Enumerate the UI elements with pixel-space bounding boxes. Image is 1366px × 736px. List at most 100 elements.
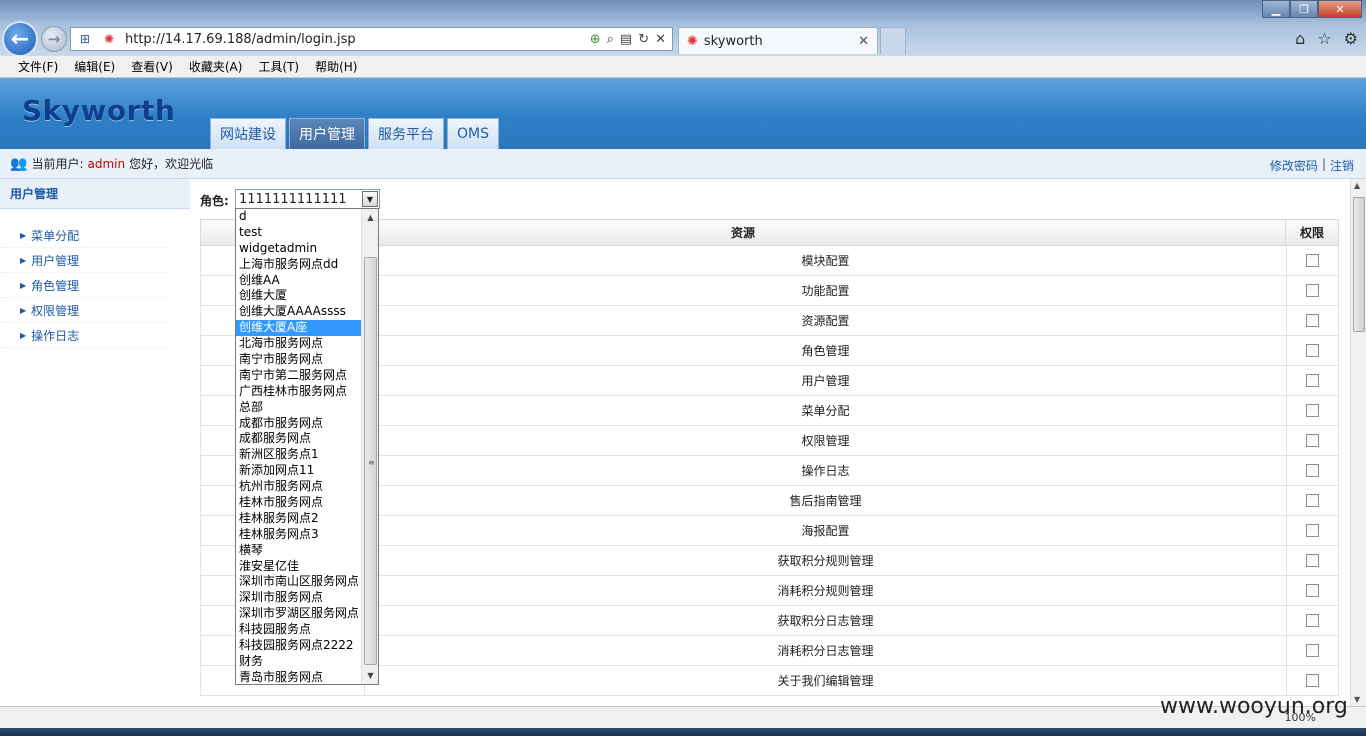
dropdown-option[interactable]: 财务 (236, 654, 362, 670)
os-taskbar (0, 728, 1366, 736)
role-select[interactable]: 1111111111111 ▼ (235, 189, 380, 209)
permission-checkbox[interactable] (1306, 254, 1319, 267)
sidebar-item-roles[interactable]: ▶ 角色管理 (0, 273, 170, 298)
dropdown-option-selected[interactable]: 创维大厦A座 (236, 320, 362, 337)
nav-tab-website[interactable]: 网站建设 (210, 118, 286, 149)
nav-tab-service[interactable]: 服务平台 (368, 118, 444, 149)
dropdown-option[interactable]: 桂林市服务网点 (236, 495, 362, 511)
gear-icon[interactable]: ⚙ (1344, 29, 1358, 48)
permission-checkbox[interactable] (1306, 404, 1319, 417)
scroll-up-icon[interactable]: ▲ (1354, 181, 1360, 190)
change-password-link[interactable]: 修改密码 (1270, 157, 1318, 174)
forward-button[interactable]: → (41, 26, 67, 52)
dropdown-option[interactable]: 新添加网点11 (236, 463, 362, 479)
dropdown-option[interactable]: 科技园服务点 (236, 622, 362, 638)
new-tab-button[interactable] (880, 27, 906, 54)
dropdown-option[interactable]: 桂林服务网点3 (236, 527, 362, 543)
permission-checkbox[interactable] (1306, 524, 1319, 537)
close-window-button[interactable]: ✕ (1318, 0, 1362, 18)
dropdown-option[interactable]: 青岛市服务网点 (236, 670, 362, 686)
refresh-icon[interactable]: ↻ (638, 32, 649, 47)
page-scrollbar[interactable]: ▲ ▼ (1350, 179, 1366, 706)
permission-cell (1286, 636, 1339, 665)
resource-name: 海报配置 (801, 524, 850, 538)
search-icon[interactable]: ⌕ (607, 32, 614, 47)
page-scroll-thumb[interactable] (1353, 197, 1365, 332)
dropdown-option[interactable]: 横琴 (236, 543, 362, 559)
address-url[interactable]: http://14.17.69.188/admin/login.jsp (125, 32, 590, 47)
sidebar-item-permissions[interactable]: ▶ 权限管理 (0, 298, 170, 323)
dropdown-option[interactable]: test (236, 225, 362, 241)
permission-checkbox[interactable] (1306, 614, 1319, 627)
dropdown-scrollbar[interactable]: ▲ ≡ ▼ (361, 209, 378, 684)
home-icon[interactable]: ⌂ (1295, 29, 1305, 48)
permission-checkbox[interactable] (1306, 374, 1319, 387)
dropdown-option[interactable]: 创维AA (236, 273, 362, 289)
dropdown-option[interactable]: 北海市服务网点 (236, 336, 362, 352)
dropdown-option[interactable]: d (236, 209, 362, 225)
back-button[interactable]: ← (2, 21, 38, 57)
dropdown-option[interactable]: 创维大厦AAAAssss (236, 304, 362, 320)
dropdown-option[interactable]: 南宁市服务网点 (236, 352, 362, 368)
dropdown-option[interactable]: 成都市服务网点 (236, 416, 362, 432)
dropdown-option[interactable]: 广西桂林市服务网点 (236, 384, 362, 400)
permission-checkbox[interactable] (1306, 434, 1319, 447)
menu-file[interactable]: 文件(F) (18, 58, 58, 75)
scroll-down-icon[interactable]: ▼ (363, 668, 378, 683)
scroll-down-icon[interactable]: ▼ (1354, 695, 1360, 704)
sidebar-item-menu-assign[interactable]: ▶ 菜单分配 (0, 223, 170, 248)
menu-help[interactable]: 帮助(H) (315, 58, 357, 75)
dropdown-option[interactable]: 总部 (236, 400, 362, 416)
dropdown-option[interactable]: 成都服务网点 (236, 431, 362, 447)
users-icon: 👥 (10, 155, 28, 172)
permission-checkbox[interactable] (1306, 464, 1319, 477)
permission-checkbox[interactable] (1306, 644, 1319, 657)
minimize-button[interactable]: ▁ (1262, 0, 1290, 18)
maximize-button[interactable]: ❐ (1290, 0, 1318, 18)
nav-tab-oms[interactable]: OMS (447, 118, 499, 149)
sidebar-title: 用户管理 (0, 179, 190, 209)
menu-edit[interactable]: 编辑(E) (74, 58, 115, 75)
logout-link[interactable]: 注销 (1330, 157, 1354, 174)
dropdown-option[interactable]: 创维大厦 (236, 288, 362, 304)
permission-checkbox[interactable] (1306, 314, 1319, 327)
user-links: 修改密码 | 注销 (1270, 157, 1354, 174)
browser-tab[interactable]: ✺ skyworth ✕ (678, 27, 878, 54)
resource-name: 菜单分配 (801, 404, 850, 418)
dropdown-option[interactable]: 桂林服务网点2 (236, 511, 362, 527)
permission-checkbox[interactable] (1306, 494, 1319, 507)
dropdown-option[interactable]: 新洲区服务点1 (236, 447, 362, 463)
address-bar[interactable]: ⊞ ✺ http://14.17.69.188/admin/login.jsp … (70, 27, 673, 51)
menu-favorites[interactable]: 收藏夹(A) (189, 58, 243, 75)
permission-checkbox[interactable] (1306, 584, 1319, 597)
resource-name: 售后指南管理 (789, 494, 862, 508)
sidebar-item-users[interactable]: ▶ 用户管理 (0, 248, 170, 273)
dropdown-option[interactable]: 淮安星亿佳 (236, 559, 362, 575)
dropdown-option[interactable]: 深圳市服务网点 (236, 590, 362, 606)
dropdown-option[interactable]: 南宁市第二服务网点 (236, 368, 362, 384)
tab-close-icon[interactable]: ✕ (858, 34, 869, 49)
permission-checkbox[interactable] (1306, 344, 1319, 357)
dropdown-option[interactable]: 杭州市服务网点 (236, 479, 362, 495)
permission-cell (1286, 486, 1339, 515)
permission-checkbox[interactable] (1306, 284, 1319, 297)
dropdown-option[interactable]: widgetadmin (236, 241, 362, 257)
compat-view-icon[interactable]: ▤ (620, 32, 632, 47)
dropdown-option[interactable]: 上海市服务网点dd (236, 257, 362, 273)
dropdown-option[interactable]: 深圳市罗湖区服务网点 (236, 606, 362, 622)
resource-name: 操作日志 (801, 464, 850, 478)
permission-checkbox[interactable] (1306, 674, 1319, 687)
stop-icon[interactable]: ✕ (655, 32, 666, 47)
sidebar-item-logs[interactable]: ▶ 操作日志 (0, 323, 170, 348)
nav-tab-users[interactable]: 用户管理 (289, 118, 365, 149)
permission-checkbox[interactable] (1306, 554, 1319, 567)
menu-tools[interactable]: 工具(T) (258, 58, 299, 75)
favorites-star-icon[interactable]: ☆ (1317, 29, 1331, 48)
dropdown-option[interactable]: 科技园服务网点2222 (236, 638, 362, 654)
chevron-down-icon[interactable]: ▼ (362, 191, 378, 207)
add-icon[interactable]: ⊕ (590, 32, 601, 47)
dropdown-scroll-thumb[interactable]: ≡ (364, 257, 377, 665)
menu-view[interactable]: 查看(V) (131, 58, 173, 75)
scroll-up-icon[interactable]: ▲ (363, 210, 378, 225)
dropdown-option[interactable]: 深圳市南山区服务网点 (236, 574, 362, 590)
